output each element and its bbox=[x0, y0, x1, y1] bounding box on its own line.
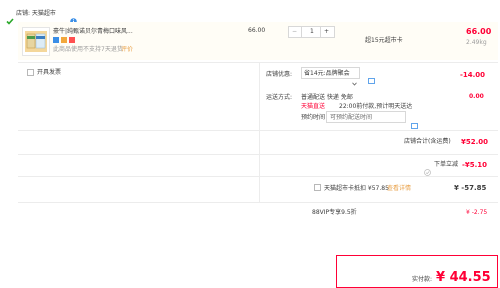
item-total: 66.00 bbox=[466, 27, 492, 36]
store-name[interactable]: 店铺: 天猫超市 bbox=[16, 11, 56, 17]
vip-label: 88VIP专享9.5折 bbox=[312, 209, 357, 216]
delivery-eta: 22:00前付款,预计明天送达 bbox=[339, 103, 413, 110]
shop-discount-label: 店铺优惠: bbox=[266, 71, 293, 78]
product-image[interactable] bbox=[22, 27, 50, 56]
green-check-icon bbox=[6, 10, 14, 29]
card-details-link[interactable]: 查看详情 bbox=[387, 186, 411, 192]
payment-label: 实付款: bbox=[412, 276, 433, 283]
order-discount-label: 下单立减 bbox=[434, 161, 459, 168]
appointment-placeholder: 可预约配送时间 bbox=[330, 114, 373, 121]
return-policy: 此商品使用不支持7天退货 bbox=[53, 46, 123, 53]
card-deduct-amount: ¥ -57.85 bbox=[454, 184, 487, 192]
supermarket-card-checkbox[interactable] bbox=[314, 184, 321, 191]
review-link[interactable]: 评价 bbox=[121, 47, 133, 53]
supermarket-card-label: 超15元超市卡 bbox=[365, 37, 403, 44]
quantity-increment-button[interactable]: + bbox=[324, 29, 329, 35]
shipping-amount: 0.00 bbox=[469, 93, 484, 100]
appointment-label: 预约时间 bbox=[301, 114, 326, 121]
tmall-direct-tag: 天猫直送 bbox=[301, 103, 326, 110]
badge-icon bbox=[61, 37, 67, 43]
card-deduct-label[interactable]: 天猫超市卡抵扣 ¥57.85 bbox=[324, 186, 389, 192]
badge-icon bbox=[69, 37, 75, 43]
quantity-input[interactable]: 1 bbox=[310, 29, 314, 35]
discount-amount: -14.00 bbox=[460, 71, 486, 79]
store-total-amount: ¥52.00 bbox=[461, 138, 489, 146]
payment-amount: ¥ 44.55 bbox=[436, 270, 491, 285]
chevron-down-icon bbox=[352, 71, 357, 90]
discount-select-value: 省14元:品牌聚会 bbox=[304, 70, 350, 77]
badge-icon bbox=[53, 37, 59, 43]
vip-amount: ¥ -2.75 bbox=[466, 209, 488, 216]
quantity-decrement-button[interactable]: − bbox=[292, 29, 297, 35]
delivery-method: 普通配送 快递 免邮 bbox=[301, 94, 353, 101]
order-discount-amount: -¥5.10 bbox=[462, 161, 488, 169]
item-weight: 2.49kg bbox=[466, 39, 487, 46]
item-title[interactable]: 豪牛|纯甄诺贝尔青梅口味风... bbox=[53, 29, 133, 35]
unit-price: 66.00 bbox=[248, 27, 266, 34]
coupon-icon[interactable] bbox=[368, 69, 375, 88]
invoice-checkbox[interactable] bbox=[27, 69, 34, 76]
delivery-label: 运送方式: bbox=[266, 94, 293, 101]
check-circle-icon bbox=[424, 161, 431, 180]
invoice-label[interactable]: 开具发票 bbox=[37, 70, 61, 76]
store-total-label: 店铺合计(含运费) bbox=[404, 138, 451, 145]
